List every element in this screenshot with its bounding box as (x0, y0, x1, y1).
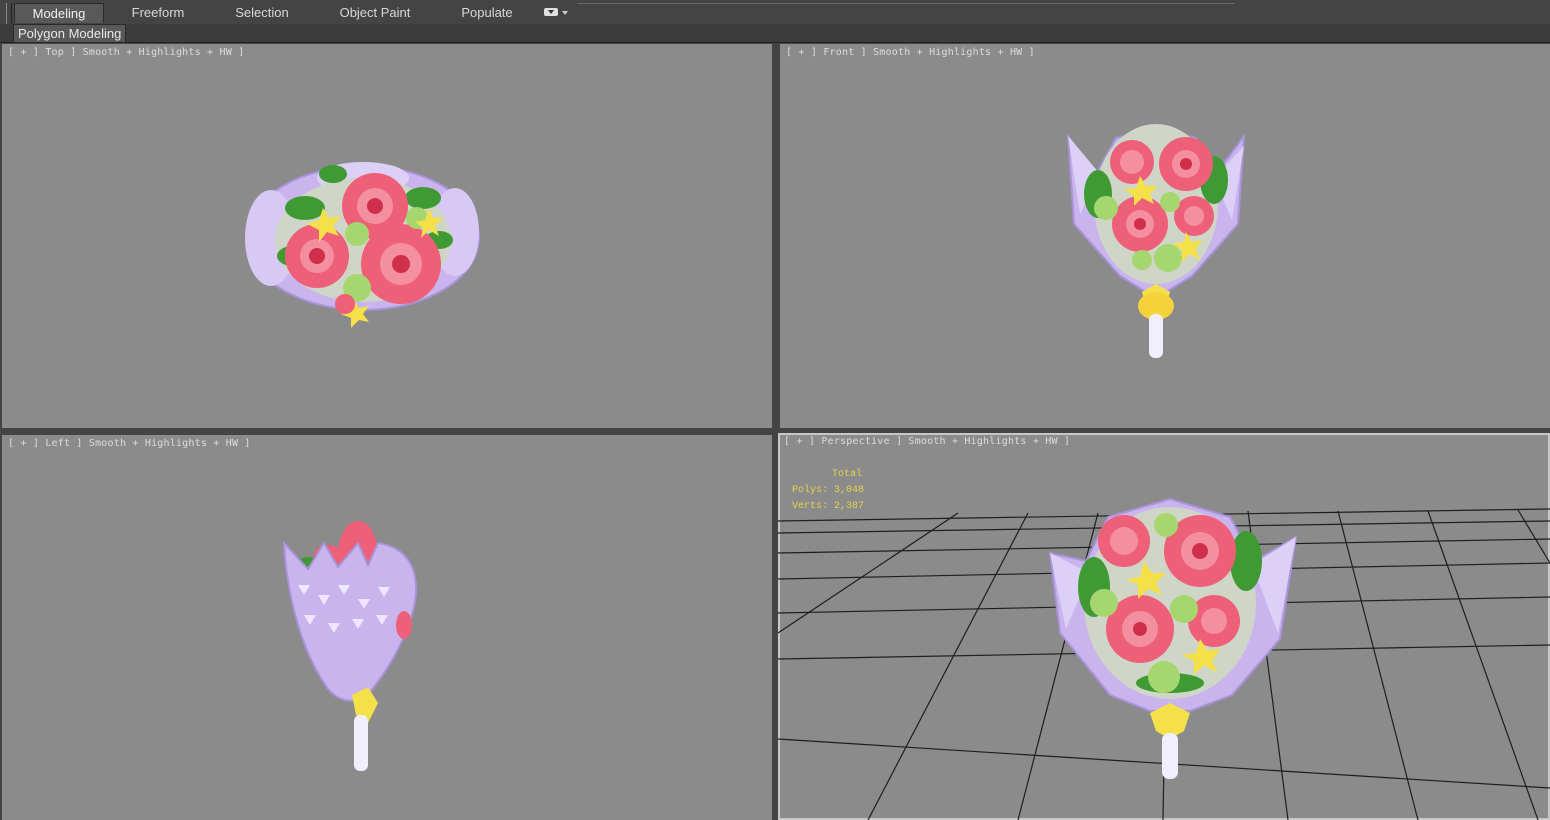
ribbon-panel-bar: Polygon Modeling (0, 24, 1550, 43)
bouquet-model-perspective[interactable] (778, 433, 1550, 820)
viewport-top[interactable]: [ + ] Top ] Smooth + Highlights + HW ] (2, 44, 772, 428)
ribbon-bar: Modeling Freeform Selection Object Paint… (0, 0, 1550, 39)
tab-freeform[interactable]: Freeform (112, 3, 204, 22)
bouquet-model-left[interactable] (2, 435, 772, 820)
polygon-modeling-panel-button[interactable]: Polygon Modeling (13, 24, 127, 43)
ribbon-display-toggle-icon[interactable] (544, 8, 558, 16)
bouquet-model-top[interactable] (2, 44, 772, 428)
bouquet-model-front[interactable] (780, 44, 1550, 428)
viewport-front[interactable]: [ + ] Front ] Smooth + Highlights + HW ] (780, 44, 1550, 428)
chevron-down-icon[interactable] (562, 11, 568, 15)
tab-selection[interactable]: Selection (214, 3, 310, 22)
tab-object-paint[interactable]: Object Paint (320, 3, 430, 22)
viewport-perspective[interactable]: [ + ] Perspective ] Smooth + Highlights … (778, 433, 1550, 820)
viewport-left[interactable]: [ + ] Left ] Smooth + Highlights + HW ] (2, 435, 772, 820)
tab-populate[interactable]: Populate (440, 3, 534, 22)
ribbon-divider (577, 3, 1235, 4)
tab-modeling[interactable]: Modeling (14, 3, 104, 23)
